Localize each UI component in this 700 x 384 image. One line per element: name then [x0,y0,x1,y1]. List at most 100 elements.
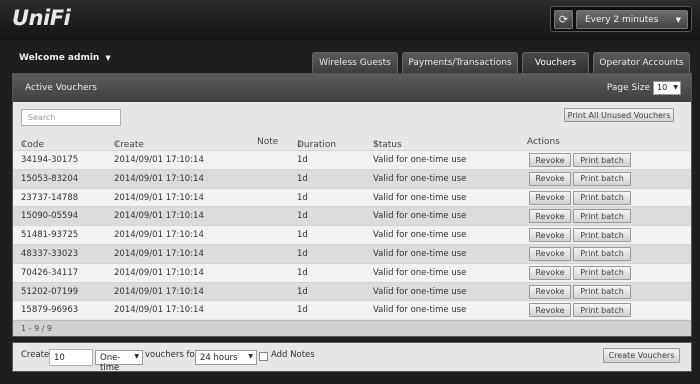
unifi-logo: UniFi [12,6,71,30]
status: Valid for one-time use [373,211,467,222]
vouchers-panel: Active Vouchers Page Size 10 ▼ Search Pr… [12,73,692,337]
status: Valid for one-time use [373,248,467,259]
revoke-button[interactable]: Revoke [529,153,571,167]
voucher-code: 51202-07199 [21,286,79,297]
create-time: 2014/09/01 17:10:14 [114,211,204,222]
page-size-value: 10 [657,83,668,92]
page-size-control: Page Size 10 ▼ [607,81,681,95]
add-notes-label: Add Notes [271,350,315,360]
table-row: 15053-83204 2014/09/01 17:10:14 1d Valid fo… [13,168,691,188]
tab-label: Vouchers [534,58,577,68]
voucher-duration-select[interactable]: 24 hours ▼ [195,350,257,365]
user-menu[interactable]: Welcome admin ▼ [19,53,111,63]
voucher-code: 34194-30175 [21,155,79,165]
revoke-button[interactable]: Revoke [529,246,571,261]
panel-title: Active Vouchers [25,83,97,93]
create-time: 2014/09/01 17:10:14 [114,305,204,316]
column-actions: Actions [527,137,560,147]
voucher-code: 23737-14788 [21,192,79,203]
voucher-code: 15879-96963 [21,305,79,316]
pagination-info: 1 - 9 / 9 [13,320,691,336]
duration: 1d [297,286,308,297]
duration: 1d [297,155,308,165]
table-row: 48337-33023 2014/09/01 17:10:14 1d Valid fo… [13,243,691,263]
create-time: 2014/09/01 17:10:14 [114,192,204,203]
create-time: 2014/09/01 17:10:14 [114,155,204,165]
tab-label: Operator Accounts [599,58,684,68]
voucher-duration-value: 24 hours [200,353,238,363]
top-bar: UniFi ⟳ Every 2 minutes ▼ [0,0,700,40]
panel-header: Active Vouchers Page Size 10 ▼ [13,74,691,102]
print-batch-button[interactable]: Print batch [573,209,631,224]
voucher-table-body: 34194-30175 2014/09/01 17:10:14 1d Valid fo… [13,150,691,320]
duration: 1d [297,173,308,184]
print-batch-button[interactable]: Print batch [573,303,631,318]
revoke-button[interactable]: Revoke [529,190,571,205]
duration: 1d [297,267,308,278]
tab-label: Wireless Guests [319,58,391,68]
add-notes-checkbox[interactable] [259,352,268,361]
status: Valid for one-time use [373,286,467,297]
print-all-unused-button[interactable]: Print All Unused Vouchers [564,108,674,122]
revoke-button[interactable]: Revoke [529,284,571,299]
create-time: 2014/09/01 17:10:14 [114,248,204,259]
table-row: 34194-30175 2014/09/01 17:10:14 1d Valid fo… [13,150,691,169]
refresh-control: ⟳ Every 2 minutes ▼ [550,6,692,32]
tab-payments-transactions[interactable]: Payments/Transactions [402,52,518,73]
create-time: 2014/09/01 17:10:14 [114,230,204,241]
print-batch-button[interactable]: Print batch [573,153,631,167]
status: Valid for one-time use [373,192,467,203]
duration: 1d [297,211,308,222]
chevron-down-icon: ▼ [675,16,681,24]
voucher-type-select[interactable]: One-time ▼ [95,350,143,373]
revoke-button[interactable]: Revoke [529,171,571,186]
revoke-button[interactable]: Revoke [529,209,571,224]
tab-vouchers[interactable]: Vouchers [522,52,589,73]
table-row: 15879-96963 2014/09/01 17:10:14 1d Valid fo… [13,300,691,320]
voucher-code: 15053-83204 [21,173,79,184]
voucher-code: 15090-05594 [21,211,79,222]
vouchers-for-label: vouchers for [145,350,199,360]
chevron-down-icon: ▼ [248,353,253,360]
status: Valid for one-time use [373,230,467,241]
print-batch-button[interactable]: Print batch [573,265,631,280]
table-row: 15090-05594 2014/09/01 17:10:14 1d Valid fo… [13,206,691,226]
tab-operator-accounts[interactable]: Operator Accounts [593,52,690,73]
tab-wireless-guests[interactable]: Wireless Guests [312,52,398,73]
table-header: ⇕Code ⇕Create Time Note ⇕Duration ⇕Statu… [13,134,691,160]
duration: 1d [297,230,308,241]
print-batch-button[interactable]: Print batch [573,284,631,299]
voucher-count-input[interactable]: 10 [49,349,93,366]
create-vouchers-bar: Create 10 One-time ▼ vouchers for 24 hou… [12,342,692,373]
status: Valid for one-time use [373,173,467,184]
print-batch-button[interactable]: Print batch [573,246,631,261]
column-label: Duration [297,140,337,150]
status: Valid for one-time use [373,155,467,165]
print-batch-button[interactable]: Print batch [573,228,631,243]
revoke-button[interactable]: Revoke [529,265,571,280]
create-time: 2014/09/01 17:10:14 [114,267,204,278]
column-label: Code [21,140,45,150]
revoke-button[interactable]: Revoke [529,303,571,318]
print-batch-button[interactable]: Print batch [573,171,631,186]
tab-label: Payments/Transactions [408,58,512,68]
voucher-code: 51481-93725 [21,230,79,241]
print-batch-button[interactable]: Print batch [573,190,631,205]
refresh-interval-select[interactable]: Every 2 minutes ▼ [576,10,688,29]
table-row: 51481-93725 2014/09/01 17:10:14 1d Valid fo… [13,225,691,244]
table-row: 23737-14788 2014/09/01 17:10:14 1d Valid fo… [13,187,691,207]
welcome-text: Welcome admin [19,53,100,63]
create-time: 2014/09/01 17:10:14 [114,173,204,184]
search-input[interactable]: Search [21,109,121,126]
status: Valid for one-time use [373,267,467,278]
create-vouchers-button[interactable]: Create Vouchers [603,348,680,363]
page-size-label: Page Size [606,83,650,93]
chevron-down-icon: ▼ [105,54,111,62]
page-size-select[interactable]: 10 ▼ [653,81,681,95]
revoke-button[interactable]: Revoke [529,228,571,243]
refresh-interval-value: Every 2 minutes [585,14,659,25]
voucher-code: 70426-34117 [21,267,79,278]
status: Valid for one-time use [373,305,467,316]
refresh-icon[interactable]: ⟳ [554,10,573,29]
column-label: Status [373,140,402,150]
